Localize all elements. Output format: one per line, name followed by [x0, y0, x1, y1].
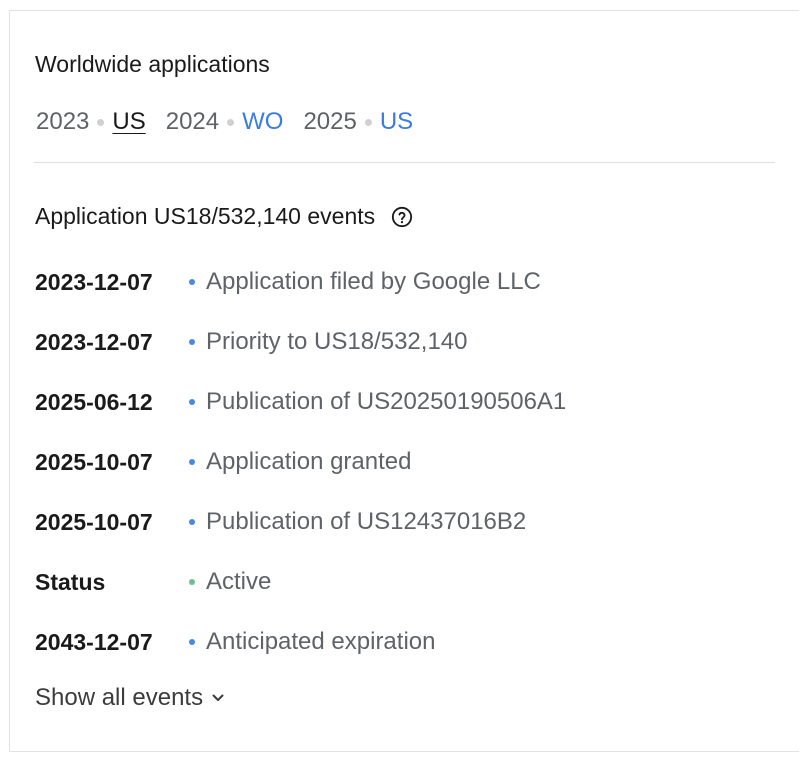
separator-dot-icon: [97, 118, 105, 126]
event-date: 2025-06-12: [35, 388, 153, 415]
worldwide-link-us-2023[interactable]: US: [112, 108, 145, 136]
event-row: 2025-10-07 Publication of US12437016B2: [35, 506, 526, 538]
event-row: 2025-10-07 Application granted: [35, 446, 411, 478]
timeline-dot-icon: [189, 459, 195, 465]
event-description: Application granted: [206, 448, 412, 475]
event-row: 2043-12-07 Anticipated expiration: [35, 626, 435, 658]
event-description: Publication of US20250190506A1: [206, 388, 567, 415]
timeline-dot-icon: [189, 519, 195, 525]
show-all-events-button[interactable]: Show all events: [35, 684, 225, 712]
worldwide-applications-list: 2023 US 2024 WO 2025 US: [36, 107, 433, 137]
separator-dot-icon: [227, 118, 235, 126]
help-circle-icon[interactable]: [391, 206, 413, 228]
worldwide-applications-title: Worldwide applications: [35, 51, 270, 77]
event-description: Application filed by Google LLC: [206, 268, 541, 295]
show-all-events-label: Show all events: [35, 684, 204, 711]
separator-dot-icon: [364, 118, 372, 126]
section-divider: [34, 162, 775, 163]
status-label: Status: [35, 568, 106, 595]
worldwide-year: 2024: [165, 108, 220, 135]
event-date: 2023-12-07: [35, 328, 153, 355]
event-date: 2023-12-07: [35, 268, 153, 295]
worldwide-year: 2023: [36, 108, 90, 135]
events-heading: Application US18/532,140 events: [35, 203, 413, 230]
event-date: 2025-10-07: [35, 448, 153, 475]
status-row: Status Active: [35, 566, 271, 598]
worldwide-year: 2025: [303, 108, 357, 135]
event-row: 2025-06-12 Publication of US20250190506A…: [35, 386, 566, 418]
timeline-dot-icon: [189, 339, 195, 345]
event-row: 2023-12-07 Application filed by Google L…: [35, 266, 541, 298]
worldwide-group-2024: 2024 WO: [166, 108, 284, 136]
worldwide-group-2023: 2023 US: [36, 108, 146, 136]
timeline-dot-icon: [189, 279, 195, 285]
worldwide-group-2025: 2025 US: [303, 108, 413, 136]
status-value: Active: [206, 568, 272, 595]
event-description: Anticipated expiration: [206, 628, 436, 655]
event-row: 2023-12-07 Priority to US18/532,140: [35, 326, 467, 358]
worldwide-applications-card: Worldwide applications 2023 US 2024 WO 2…: [9, 10, 799, 752]
worldwide-link-us-2025[interactable]: US: [380, 108, 413, 136]
worldwide-link-wo-2024[interactable]: WO: [242, 108, 283, 136]
event-description: Priority to US18/532,140: [206, 328, 468, 355]
timeline-dot-icon: [189, 399, 195, 405]
events-title: Application US18/532,140 events: [35, 203, 376, 229]
chevron-down-icon: [212, 694, 224, 701]
timeline-dot-icon: [189, 639, 195, 645]
event-description: Publication of US12437016B2: [206, 508, 527, 535]
status-dot-icon: [189, 579, 195, 585]
event-date: 2025-10-07: [35, 508, 153, 535]
event-date: 2043-12-07: [35, 628, 153, 655]
